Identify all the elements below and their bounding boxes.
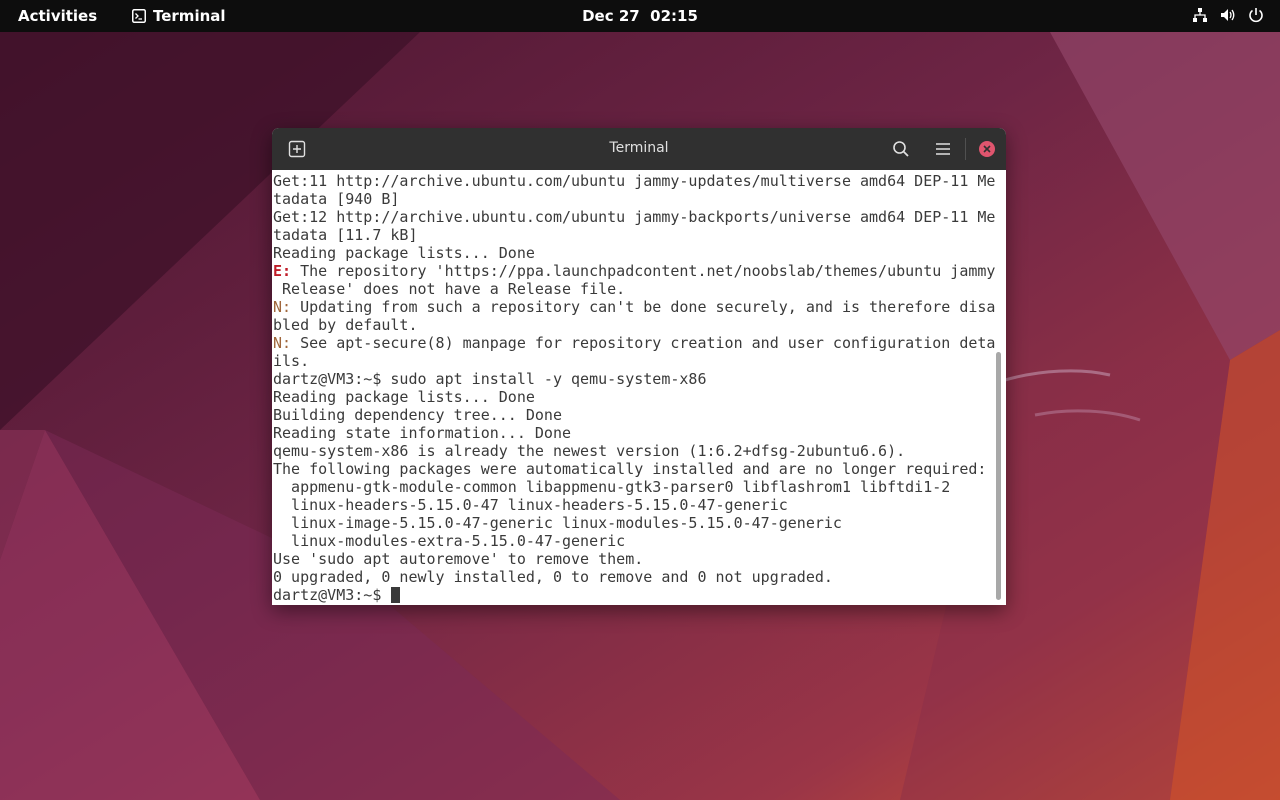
terminal-line: linux-image-5.15.0-47-generic linux-modu… — [273, 514, 995, 532]
terminal-line-text: Updating from such a repository can't be… — [291, 298, 996, 316]
text-cursor — [391, 587, 401, 603]
terminal-icon — [132, 9, 146, 23]
terminal-line: E: The repository 'https://ppa.launchpad… — [273, 262, 995, 280]
terminal-line-text: Get:12 http://archive.ubuntu.com/ubuntu … — [273, 208, 996, 226]
prompt-line[interactable]: dartz@VM3:~$ — [273, 586, 995, 604]
terminal-line: qemu-system-x86 is already the newest ve… — [273, 442, 995, 460]
terminal-line: appmenu-gtk-module-common libappmenu-gtk… — [273, 478, 995, 496]
window-headerbar[interactable]: Terminal — [272, 128, 1006, 170]
power-icon[interactable] — [1248, 7, 1264, 23]
terminal-line-text: Reading state information... Done — [273, 424, 572, 442]
terminal-line: tadata [11.7 kB] — [273, 226, 995, 244]
error-prefix: E: — [273, 262, 292, 280]
terminal-line-text: tadata [11.7 kB] — [273, 226, 418, 244]
terminal-line-text: Reading package lists... Done — [273, 388, 535, 406]
terminal-line: Release' does not have a Release file. — [273, 280, 995, 298]
app-menu[interactable]: Terminal — [132, 7, 226, 25]
shell-prompt: dartz@VM3:~$ — [273, 586, 391, 604]
close-button[interactable] — [976, 138, 998, 160]
terminal-scrollbar[interactable] — [996, 352, 1001, 600]
terminal-line: Reading state information... Done — [273, 424, 995, 442]
terminal-line-text: Get:11 http://archive.ubuntu.com/ubuntu … — [273, 172, 996, 190]
terminal-line-text: bled by default. — [273, 316, 418, 334]
headerbar-separator — [965, 138, 966, 160]
terminal-line-text: 0 upgraded, 0 newly installed, 0 to remo… — [273, 568, 833, 586]
terminal-line: 0 upgraded, 0 newly installed, 0 to remo… — [273, 568, 995, 586]
terminal-line: Building dependency tree... Done — [273, 406, 995, 424]
terminal-line: Get:11 http://archive.ubuntu.com/ubuntu … — [273, 172, 995, 190]
terminal-line: linux-modules-extra-5.15.0-47-generic — [273, 532, 995, 550]
terminal-lines: Get:11 http://archive.ubuntu.com/ubuntu … — [273, 172, 995, 604]
terminal-line: N: Updating from such a repository can't… — [273, 298, 995, 316]
terminal-line-text: The repository 'https://ppa.launchpadcon… — [291, 262, 996, 280]
note-prefix: N: — [273, 298, 292, 316]
terminal-output[interactable]: Get:11 http://archive.ubuntu.com/ubuntu … — [272, 170, 1006, 605]
terminal-line-text: Use 'sudo apt autoremove' to remove them… — [273, 550, 644, 568]
terminal-line-text: Building dependency tree... Done — [273, 406, 562, 424]
terminal-line-text: Reading package lists... Done — [273, 244, 535, 262]
terminal-line: dartz@VM3:~$ sudo apt install -y qemu-sy… — [273, 370, 995, 388]
terminal-line: linux-headers-5.15.0-47 linux-headers-5.… — [273, 496, 995, 514]
volume-icon[interactable] — [1220, 7, 1236, 23]
terminal-line: Use 'sudo apt autoremove' to remove them… — [273, 550, 995, 568]
terminal-line-text: The following packages were automaticall… — [273, 460, 987, 478]
app-menu-label: Terminal — [153, 7, 226, 25]
terminal-line: The following packages were automaticall… — [273, 460, 995, 478]
network-icon[interactable] — [1192, 7, 1208, 23]
terminal-line: N: See apt-secure(8) manpage for reposit… — [273, 334, 995, 352]
terminal-line-text: linux-modules-extra-5.15.0-47-generic — [273, 532, 626, 550]
terminal-line-text: qemu-system-x86 is already the newest ve… — [273, 442, 906, 460]
terminal-window[interactable]: Terminal Get:11 http://archive.ubuntu.co — [272, 128, 1006, 605]
terminal-line: tadata [940 B] — [273, 190, 995, 208]
clock[interactable]: Dec 27 02:15 — [582, 7, 698, 25]
terminal-line-text: appmenu-gtk-module-common libappmenu-gtk… — [273, 478, 951, 496]
terminal-line-text: dartz@VM3:~$ sudo apt install -y qemu-sy… — [273, 370, 707, 388]
terminal-line-text: linux-image-5.15.0-47-generic linux-modu… — [273, 514, 842, 532]
search-icon — [893, 141, 909, 157]
terminal-line-text: tadata [940 B] — [273, 190, 400, 208]
terminal-line-text: Release' does not have a Release file. — [273, 280, 626, 298]
terminal-line: ils. — [273, 352, 995, 370]
terminal-line-text: ils. — [273, 352, 310, 370]
terminal-line: bled by default. — [273, 316, 995, 334]
terminal-line-text: See apt-secure(8) manpage for repository… — [291, 334, 996, 352]
note-prefix: N: — [273, 334, 292, 352]
search-button[interactable] — [890, 138, 912, 160]
main-menu-button[interactable] — [932, 138, 954, 160]
terminal-line: Reading package lists... Done — [273, 244, 995, 262]
terminal-line: Get:12 http://archive.ubuntu.com/ubuntu … — [273, 208, 995, 226]
top-bar: Activities Terminal Dec 27 02:15 — [0, 0, 1280, 32]
hamburger-menu-icon — [936, 143, 950, 155]
system-tray[interactable] — [1192, 7, 1264, 23]
activities-button[interactable]: Activities — [18, 7, 97, 25]
close-icon — [979, 141, 995, 157]
terminal-line-text: linux-headers-5.15.0-47 linux-headers-5.… — [273, 496, 788, 514]
terminal-line: Reading package lists... Done — [273, 388, 995, 406]
